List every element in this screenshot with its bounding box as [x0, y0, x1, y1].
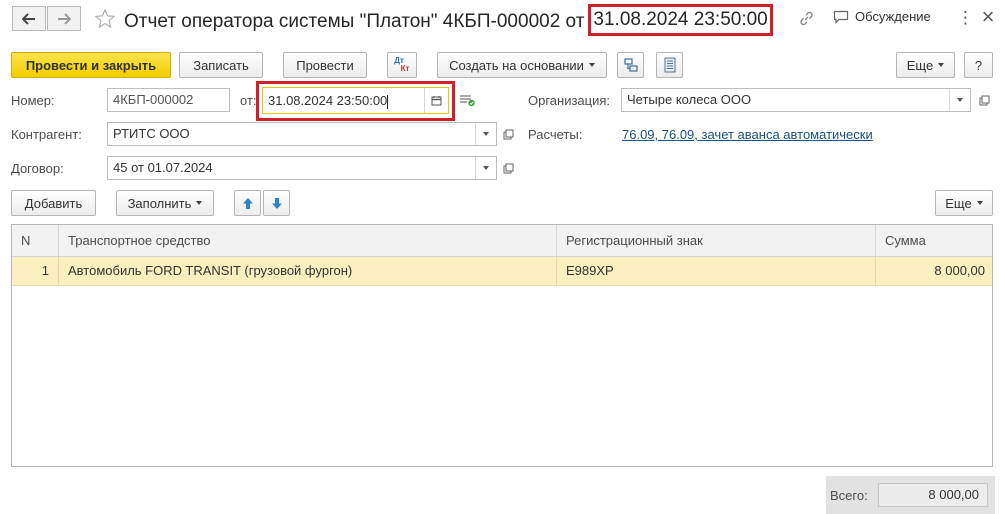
settlements-link[interactable]: 76.09, 76.09, зачет аванса автоматически [622, 127, 873, 142]
chevron-down-icon [588, 63, 595, 67]
date-field[interactable]: 31.08.2024 23:50:00 [262, 87, 449, 114]
more-button[interactable]: Еще [896, 52, 955, 78]
vehicles-table[interactable]: N Транспортное средство Регистрационный … [11, 224, 993, 467]
column-header-n[interactable]: N [12, 225, 59, 256]
chevron-down-icon [938, 63, 945, 67]
total-value: 8 000,00 [878, 483, 988, 507]
contract-dropdown-button[interactable] [475, 157, 496, 179]
title-date-highlight: 31.08.2024 23:50:00 [588, 4, 773, 36]
more-label: Еще [906, 57, 934, 73]
window-title: Отчет оператора системы "Платон" 4КБП-00… [124, 4, 773, 36]
chevron-down-icon [483, 132, 489, 136]
add-row-button[interactable]: Добавить [11, 190, 96, 216]
chevron-down-icon [976, 201, 983, 205]
save-button[interactable]: Записать [179, 52, 263, 78]
organization-value: Четыре колеса ООО [627, 92, 752, 107]
column-header-plate[interactable]: Регистрационный знак [557, 225, 876, 256]
move-down-button[interactable] [263, 190, 290, 216]
post-button[interactable]: Провести [283, 52, 367, 78]
cell-plate: Е989ХР [557, 257, 876, 285]
table-row[interactable]: 1 Автомобиль FORD TRANSIT (грузовой фург… [12, 257, 992, 286]
settlements-label: Расчеты: [528, 127, 583, 142]
open-icon [503, 129, 513, 139]
history-icon[interactable] [459, 94, 476, 107]
more-vertical-icon[interactable]: ⋮ [957, 8, 974, 28]
total-panel: Всего: 8 000,00 [826, 476, 995, 514]
number-label: Номер: [11, 93, 55, 108]
arrow-up-icon [242, 197, 253, 209]
fill-button[interactable]: Заполнить [116, 190, 214, 216]
counterparty-open-button[interactable] [499, 122, 517, 146]
title-text: Отчет оператора системы "Платон" 4КБП-00… [124, 11, 585, 32]
structure-button[interactable] [617, 52, 644, 78]
dt-kt-button[interactable]: Дт Кт [387, 52, 417, 78]
arrow-left-icon [22, 12, 35, 25]
create-based-on-label: Создать на основании [449, 57, 584, 73]
report-button[interactable] [656, 52, 683, 78]
open-icon [503, 163, 513, 173]
hierarchy-icon [623, 58, 638, 72]
arrow-right-icon [58, 12, 71, 25]
close-icon[interactable]: × [980, 6, 996, 28]
kt-label: Кт [400, 64, 410, 73]
post-and-close-button[interactable]: Провести и закрыть [11, 52, 171, 78]
table-more-label: Еще [945, 195, 972, 211]
calendar-icon [431, 96, 442, 106]
contract-open-button[interactable] [499, 156, 517, 180]
organization-label: Организация: [528, 93, 611, 108]
cell-vehicle: Автомобиль FORD TRANSIT (грузовой фургон… [59, 257, 557, 285]
organization-dropdown-button[interactable] [949, 89, 970, 111]
contract-field[interactable]: 45 от 01.07.2024 [107, 156, 497, 180]
link-icon[interactable] [798, 10, 815, 27]
column-header-vehicle[interactable]: Транспортное средство [59, 225, 557, 256]
fill-label: Заполнить [127, 195, 192, 211]
arrow-down-icon [271, 197, 282, 209]
create-based-on-button[interactable]: Создать на основании [437, 52, 607, 78]
organization-field[interactable]: Четыре колеса ООО [621, 88, 971, 112]
contract-value: 45 от 01.07.2024 [113, 160, 213, 175]
discussion-button[interactable]: Обсуждение [833, 9, 931, 24]
calendar-button[interactable] [424, 88, 448, 113]
counterparty-value: РТИТС ООО [113, 126, 190, 141]
discussion-label: Обсуждение [855, 9, 931, 24]
from-label: от: [240, 93, 257, 108]
chevron-down-icon [196, 201, 203, 205]
help-button[interactable]: ? [964, 52, 993, 78]
forward-button[interactable] [47, 6, 81, 31]
table-more-button[interactable]: Еще [935, 190, 993, 216]
total-label: Всего: [830, 488, 868, 503]
column-header-sum[interactable]: Сумма [876, 225, 992, 256]
open-icon [979, 95, 989, 105]
counterparty-dropdown-button[interactable] [475, 123, 496, 145]
contract-label: Договор: [11, 161, 64, 176]
date-value: 31.08.2024 23:50:00 [268, 93, 388, 108]
table-header: N Транспортное средство Регистрационный … [12, 225, 992, 257]
cell-n: 1 [12, 257, 59, 285]
document-list-icon [664, 57, 675, 73]
chevron-down-icon [957, 98, 963, 102]
move-up-button[interactable] [234, 190, 261, 216]
number-field[interactable]: 4КБП-000002 [107, 88, 230, 112]
cell-sum: 8 000,00 [934, 263, 985, 278]
chat-icon [833, 10, 849, 24]
counterparty-label: Контрагент: [11, 127, 82, 142]
text-cursor [387, 94, 389, 109]
back-button[interactable] [12, 6, 46, 31]
counterparty-field[interactable]: РТИТС ООО [107, 122, 497, 146]
chevron-down-icon [483, 166, 489, 170]
favorite-star-icon[interactable] [95, 9, 115, 28]
organization-open-button[interactable] [975, 88, 993, 112]
